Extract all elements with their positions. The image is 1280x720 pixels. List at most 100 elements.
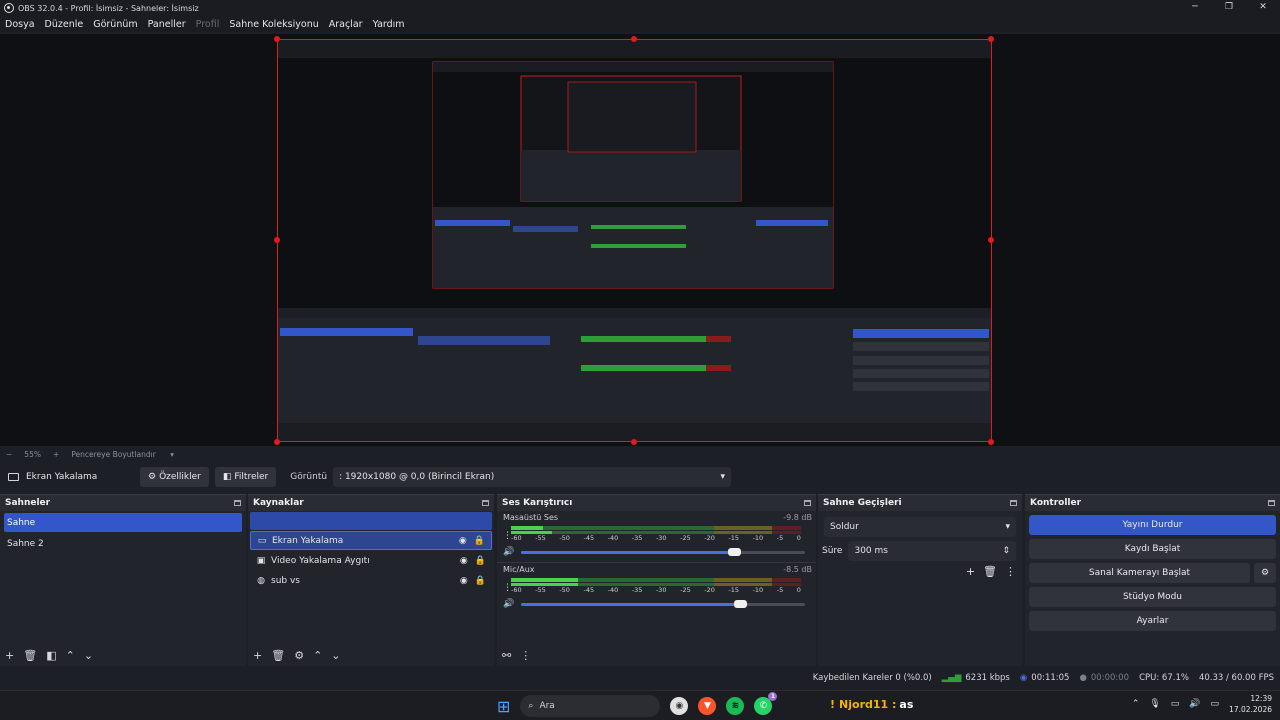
start-recording-button[interactable]: Kaydı Başlat	[1029, 539, 1276, 559]
scale-tick: -15	[728, 533, 740, 542]
scenes-footer: + 🗑 ◧ ⌃ ⌄	[0, 644, 246, 666]
resize-handle[interactable]	[988, 237, 994, 243]
source-item[interactable]: ▣ Video Yakalama Aygıtı ◉ 🔒	[250, 551, 492, 570]
menu-gorunum[interactable]: Görünüm	[88, 19, 142, 30]
resize-handle[interactable]	[631, 439, 637, 445]
volume-slider[interactable]	[521, 599, 805, 608]
volume-knob[interactable]	[728, 547, 741, 556]
undock-icon[interactable]	[804, 500, 811, 506]
volume-icon[interactable]: 🔊	[1189, 699, 1200, 709]
source-item[interactable]: ◍ sub vs ◉ 🔒	[250, 571, 492, 590]
add-source-icon[interactable]: +	[253, 649, 262, 662]
add-scene-icon[interactable]: +	[5, 649, 14, 662]
resize-handle[interactable]	[274, 36, 280, 42]
meter-level-left	[511, 577, 578, 582]
undock-icon[interactable]	[1268, 500, 1275, 506]
obs-taskbar-icon[interactable]: ◉	[670, 697, 689, 715]
filters-button[interactable]: ◧ Filtreler	[214, 467, 277, 487]
transition-menu-icon[interactable]: ⋮	[1005, 565, 1016, 578]
source-item[interactable]: ▭ Ekran Yakalama ◉ 🔒	[250, 531, 492, 550]
move-down-icon[interactable]: ⌄	[84, 649, 93, 662]
brave-icon[interactable]: ▼	[698, 697, 717, 715]
spinner-icon[interactable]: ⇕	[1002, 546, 1010, 556]
lock-icon[interactable]: 🔒	[475, 556, 486, 566]
scale-tick: 0	[796, 585, 801, 594]
resize-handle[interactable]	[631, 36, 637, 42]
volume-knob[interactable]	[734, 599, 747, 608]
menu-profil[interactable]: Profil	[191, 19, 225, 30]
move-up-icon[interactable]: ⌃	[313, 649, 322, 662]
remove-transition-icon[interactable]: 🗑	[983, 565, 997, 578]
status-bar: Kaybedilen Kareler 0 (%0.0) ▂▄▆ 6231 kbp…	[0, 668, 1280, 688]
scale-tick: -25	[680, 533, 691, 542]
volume-slider[interactable]	[521, 547, 805, 556]
fit-to-window-dropdown[interactable]: Pencereye Boyutlandır ▾	[71, 450, 174, 459]
menu-dosya[interactable]: Dosya	[0, 19, 40, 30]
search-label: Ara	[539, 701, 555, 711]
battery-icon[interactable]: ▭	[1211, 699, 1220, 709]
taskbar-search[interactable]: ⌕ Ara	[520, 695, 661, 717]
close-icon[interactable]: ✕	[1246, 0, 1280, 16]
duration-input[interactable]: 300 ms ⇕	[848, 541, 1016, 561]
channel-menu-icon[interactable]: ⋮	[503, 531, 512, 541]
virtual-camera-row: Sanal Kamerayı Başlat ⚙	[1029, 563, 1276, 583]
move-down-icon[interactable]: ⌄	[331, 649, 340, 662]
scale-tick: -60	[511, 533, 522, 542]
channel-menu-icon[interactable]: ⋮	[503, 583, 512, 593]
undock-icon[interactable]	[1010, 500, 1017, 506]
link-icon[interactable]: ⚯	[502, 649, 511, 662]
undock-icon[interactable]	[234, 500, 241, 506]
eye-icon[interactable]: ◉	[460, 556, 468, 566]
stop-stream-button[interactable]: Yayını Durdur	[1029, 515, 1276, 535]
lock-icon[interactable]: 🔒	[475, 576, 486, 586]
chevron-up-icon[interactable]: ⌃	[1132, 699, 1140, 709]
menu-araclar[interactable]: Araçlar	[324, 19, 368, 30]
resize-handle[interactable]	[274, 439, 280, 445]
whatsapp-icon[interactable]: ✆ 1	[754, 692, 778, 715]
taskbar-widget[interactable]: ! Njord11 : as	[830, 698, 913, 711]
eye-icon[interactable]: ◉	[460, 576, 468, 586]
windows-start-icon[interactable]: ⊞	[497, 697, 510, 716]
display-select[interactable]: : 1920x1080 @ 0,0 (Birincil Ekran) ▾	[333, 467, 732, 487]
menu-paneller[interactable]: Paneller	[143, 19, 191, 30]
scene-item[interactable]: Sahne	[4, 513, 242, 532]
menu-sahne-koleksiyonu[interactable]: Sahne Koleksiyonu	[224, 19, 323, 30]
cpu-usage: CPU: 67.1%	[1139, 673, 1189, 683]
menu-yardim[interactable]: Yardım	[368, 19, 410, 30]
undock-icon[interactable]	[482, 500, 489, 506]
move-up-icon[interactable]: ⌃	[66, 649, 75, 662]
properties-button[interactable]: ⚙ Özellikler	[140, 467, 209, 487]
menu-duzenle[interactable]: Düzenle	[40, 19, 89, 30]
mic-icon[interactable]: 🎙	[1149, 699, 1160, 709]
spotify-icon[interactable]: ≋	[726, 697, 745, 715]
studio-mode-button[interactable]: Stüdyo Modu	[1029, 587, 1276, 607]
minimize-icon[interactable]: ─	[1178, 0, 1212, 16]
settings-button[interactable]: Ayarlar	[1029, 611, 1276, 631]
maximize-icon[interactable]: ❐	[1212, 0, 1246, 16]
transition-select[interactable]: Soldur ▾	[824, 517, 1016, 537]
start-virtual-camera-button[interactable]: Sanal Kamerayı Başlat	[1029, 563, 1250, 583]
resize-handle[interactable]	[988, 36, 994, 42]
scene-item[interactable]: Sahne 2	[4, 534, 242, 553]
screen-capture-preview[interactable]	[277, 39, 992, 442]
speaker-icon[interactable]: 🔊	[503, 599, 514, 609]
zoom-in-button[interactable]: +	[53, 450, 59, 459]
source-properties-icon[interactable]: ⚙	[294, 649, 304, 662]
zoom-out-button[interactable]: −	[6, 450, 12, 459]
lock-icon[interactable]: 🔒	[474, 536, 485, 546]
resize-handle[interactable]	[988, 439, 994, 445]
clock[interactable]: 12:39 17.02.2026	[1229, 693, 1272, 715]
eye-icon[interactable]: ◉	[459, 536, 467, 546]
scene-filters-icon[interactable]: ◧	[46, 649, 56, 662]
network-icon[interactable]: ▭	[1171, 699, 1180, 709]
mixer-menu-icon[interactable]: ⋮	[520, 649, 531, 662]
add-transition-icon[interactable]: +	[966, 565, 975, 578]
resize-handle[interactable]	[274, 237, 280, 243]
clock-time: 12:39	[1250, 694, 1272, 703]
scale-tick: -20	[704, 585, 715, 594]
virtual-camera-settings-icon[interactable]: ⚙	[1254, 563, 1276, 583]
speaker-icon[interactable]: 🔊	[503, 547, 514, 557]
remove-source-icon[interactable]: 🗑	[271, 649, 285, 662]
scenes-header: Sahneler	[0, 495, 246, 511]
remove-scene-icon[interactable]: 🗑	[23, 649, 37, 662]
